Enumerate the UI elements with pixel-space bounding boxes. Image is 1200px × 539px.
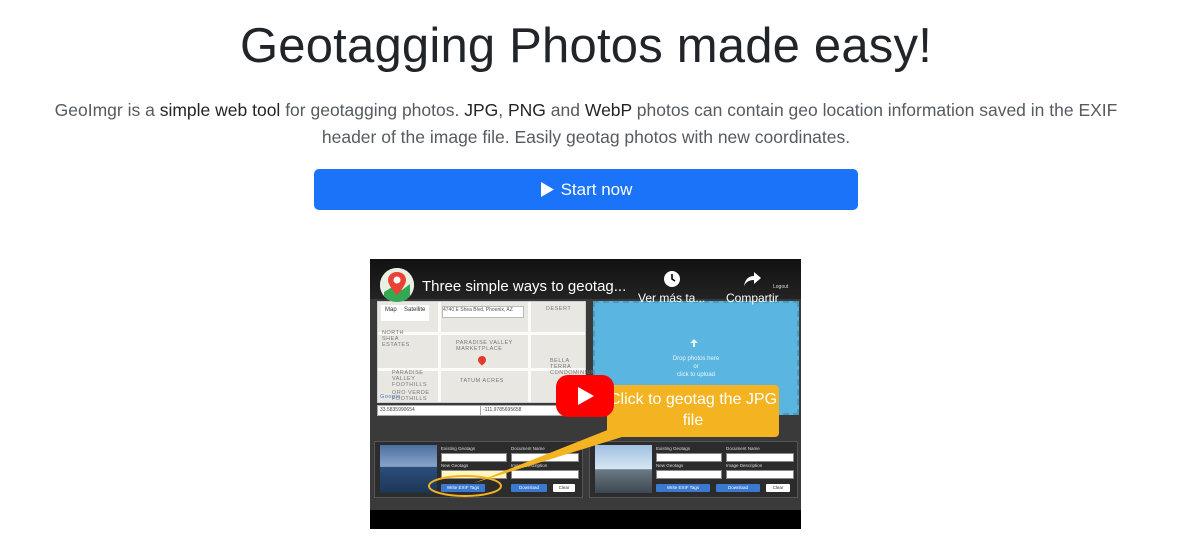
start-now-label: Start now bbox=[560, 179, 633, 199]
play-icon bbox=[578, 387, 594, 405]
video-player[interactable]: Map Satellite 4740 E Shea Blvd, Phoenix,… bbox=[370, 259, 801, 529]
share-icon bbox=[744, 272, 762, 286]
start-now-button[interactable]: Start now bbox=[314, 169, 858, 210]
map-pin-logo-icon bbox=[380, 268, 414, 302]
lead-text-3: , bbox=[498, 100, 508, 120]
share-label: Compartir bbox=[726, 291, 779, 305]
youtube-play-button[interactable] bbox=[556, 375, 614, 417]
lead-emphasis-png: PNG bbox=[508, 100, 546, 120]
play-icon bbox=[540, 182, 554, 197]
clock-icon bbox=[663, 271, 680, 287]
video-callout: Click to geotag the JPG file bbox=[607, 385, 779, 437]
share-button[interactable]: Compartir bbox=[726, 270, 779, 305]
watch-later-label: Ver más ta... bbox=[638, 291, 706, 305]
lead-text-4: and bbox=[545, 100, 585, 120]
video-frame: Map Satellite 4740 E Shea Blvd, Phoenix,… bbox=[370, 259, 801, 529]
lead-emphasis-webp: WebP bbox=[584, 100, 632, 120]
lead-text-1: GeoImgr is a bbox=[54, 100, 160, 120]
page-intro: GeoImgr is a simple web tool for geotagg… bbox=[40, 97, 1132, 151]
lead-emphasis-jpg: JPG bbox=[464, 100, 499, 120]
channel-logo-icon[interactable] bbox=[380, 268, 414, 302]
page-title: Geotagging Photos made easy! bbox=[239, 19, 933, 73]
lead-text-2: for geotagging photos. bbox=[280, 100, 465, 120]
watch-later-button[interactable]: Ver más ta... bbox=[638, 270, 705, 305]
video-title[interactable]: Three simple ways to geotag... bbox=[422, 278, 626, 295]
lead-emphasis-tool: simple web tool bbox=[159, 100, 281, 120]
logout-label: Logout bbox=[773, 284, 789, 290]
video-bottom-bar bbox=[370, 510, 801, 529]
